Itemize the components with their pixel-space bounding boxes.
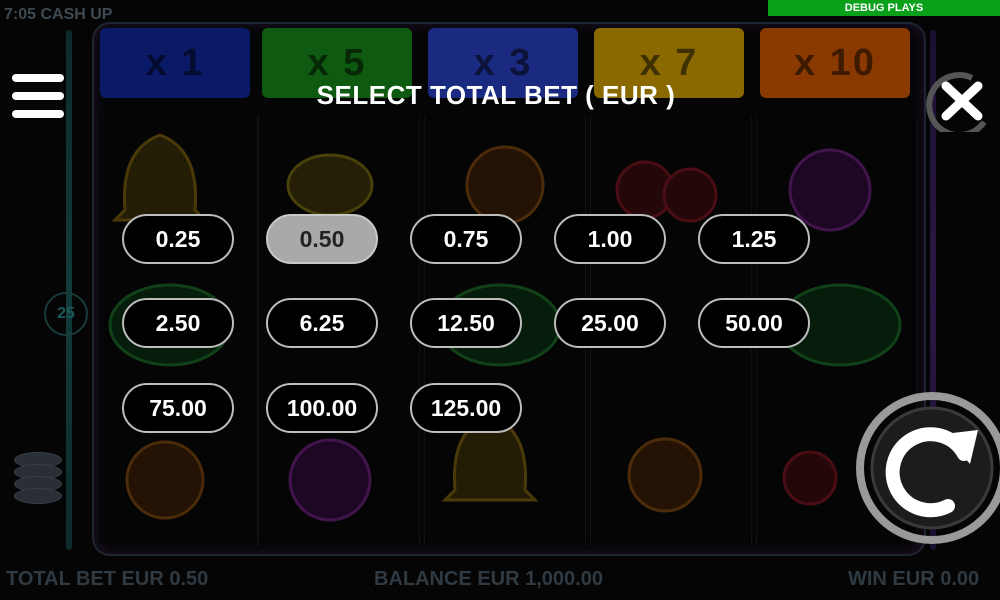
bell-icon	[111, 133, 209, 222]
bet-option[interactable]: 0.25	[122, 214, 234, 264]
lemon-icon	[286, 153, 374, 217]
bet-option[interactable]: 125.00	[410, 383, 522, 433]
bet-option[interactable]: 12.50	[410, 298, 522, 348]
bet-option[interactable]: 25.00	[554, 298, 666, 348]
bet-option[interactable]: 6.25	[266, 298, 378, 348]
grape-icon	[788, 148, 872, 232]
total-bet-display: TOTAL BET EUR 0.50	[6, 568, 209, 590]
status-time-game: 7:05 CASH UP	[4, 6, 113, 23]
spin-arrow-icon	[856, 392, 1000, 544]
debug-badge: DEBUG PLAYS	[768, 0, 1000, 16]
bet-option[interactable]: 1.25	[698, 214, 810, 264]
bet-option[interactable]: 1.00	[554, 214, 666, 264]
dialog-title: SELECT TOTAL BET ( EUR )	[316, 80, 676, 110]
bet-option[interactable]: 75.00	[122, 383, 234, 433]
win-display: WIN EUR 0.00	[848, 568, 980, 590]
cherry-icon	[782, 450, 838, 506]
coin-stack-icon	[14, 452, 62, 510]
bet-option[interactable]: 0.75	[410, 214, 522, 264]
orange-icon	[465, 145, 545, 225]
bet-option[interactable]: 100.00	[266, 383, 378, 433]
spin-button[interactable]	[852, 388, 1000, 548]
bet-option[interactable]: 50.00	[698, 298, 810, 348]
grape-icon	[288, 438, 372, 522]
orange-icon	[627, 437, 703, 513]
paylines-badge: 25	[44, 292, 88, 336]
bet-option-selected[interactable]: 0.50	[266, 214, 378, 264]
bet-option[interactable]: 2.50	[122, 298, 234, 348]
cherry-icon	[662, 167, 718, 223]
balance-display: BALANCE EUR 1,000.00	[374, 568, 603, 590]
orange-icon	[125, 440, 205, 520]
